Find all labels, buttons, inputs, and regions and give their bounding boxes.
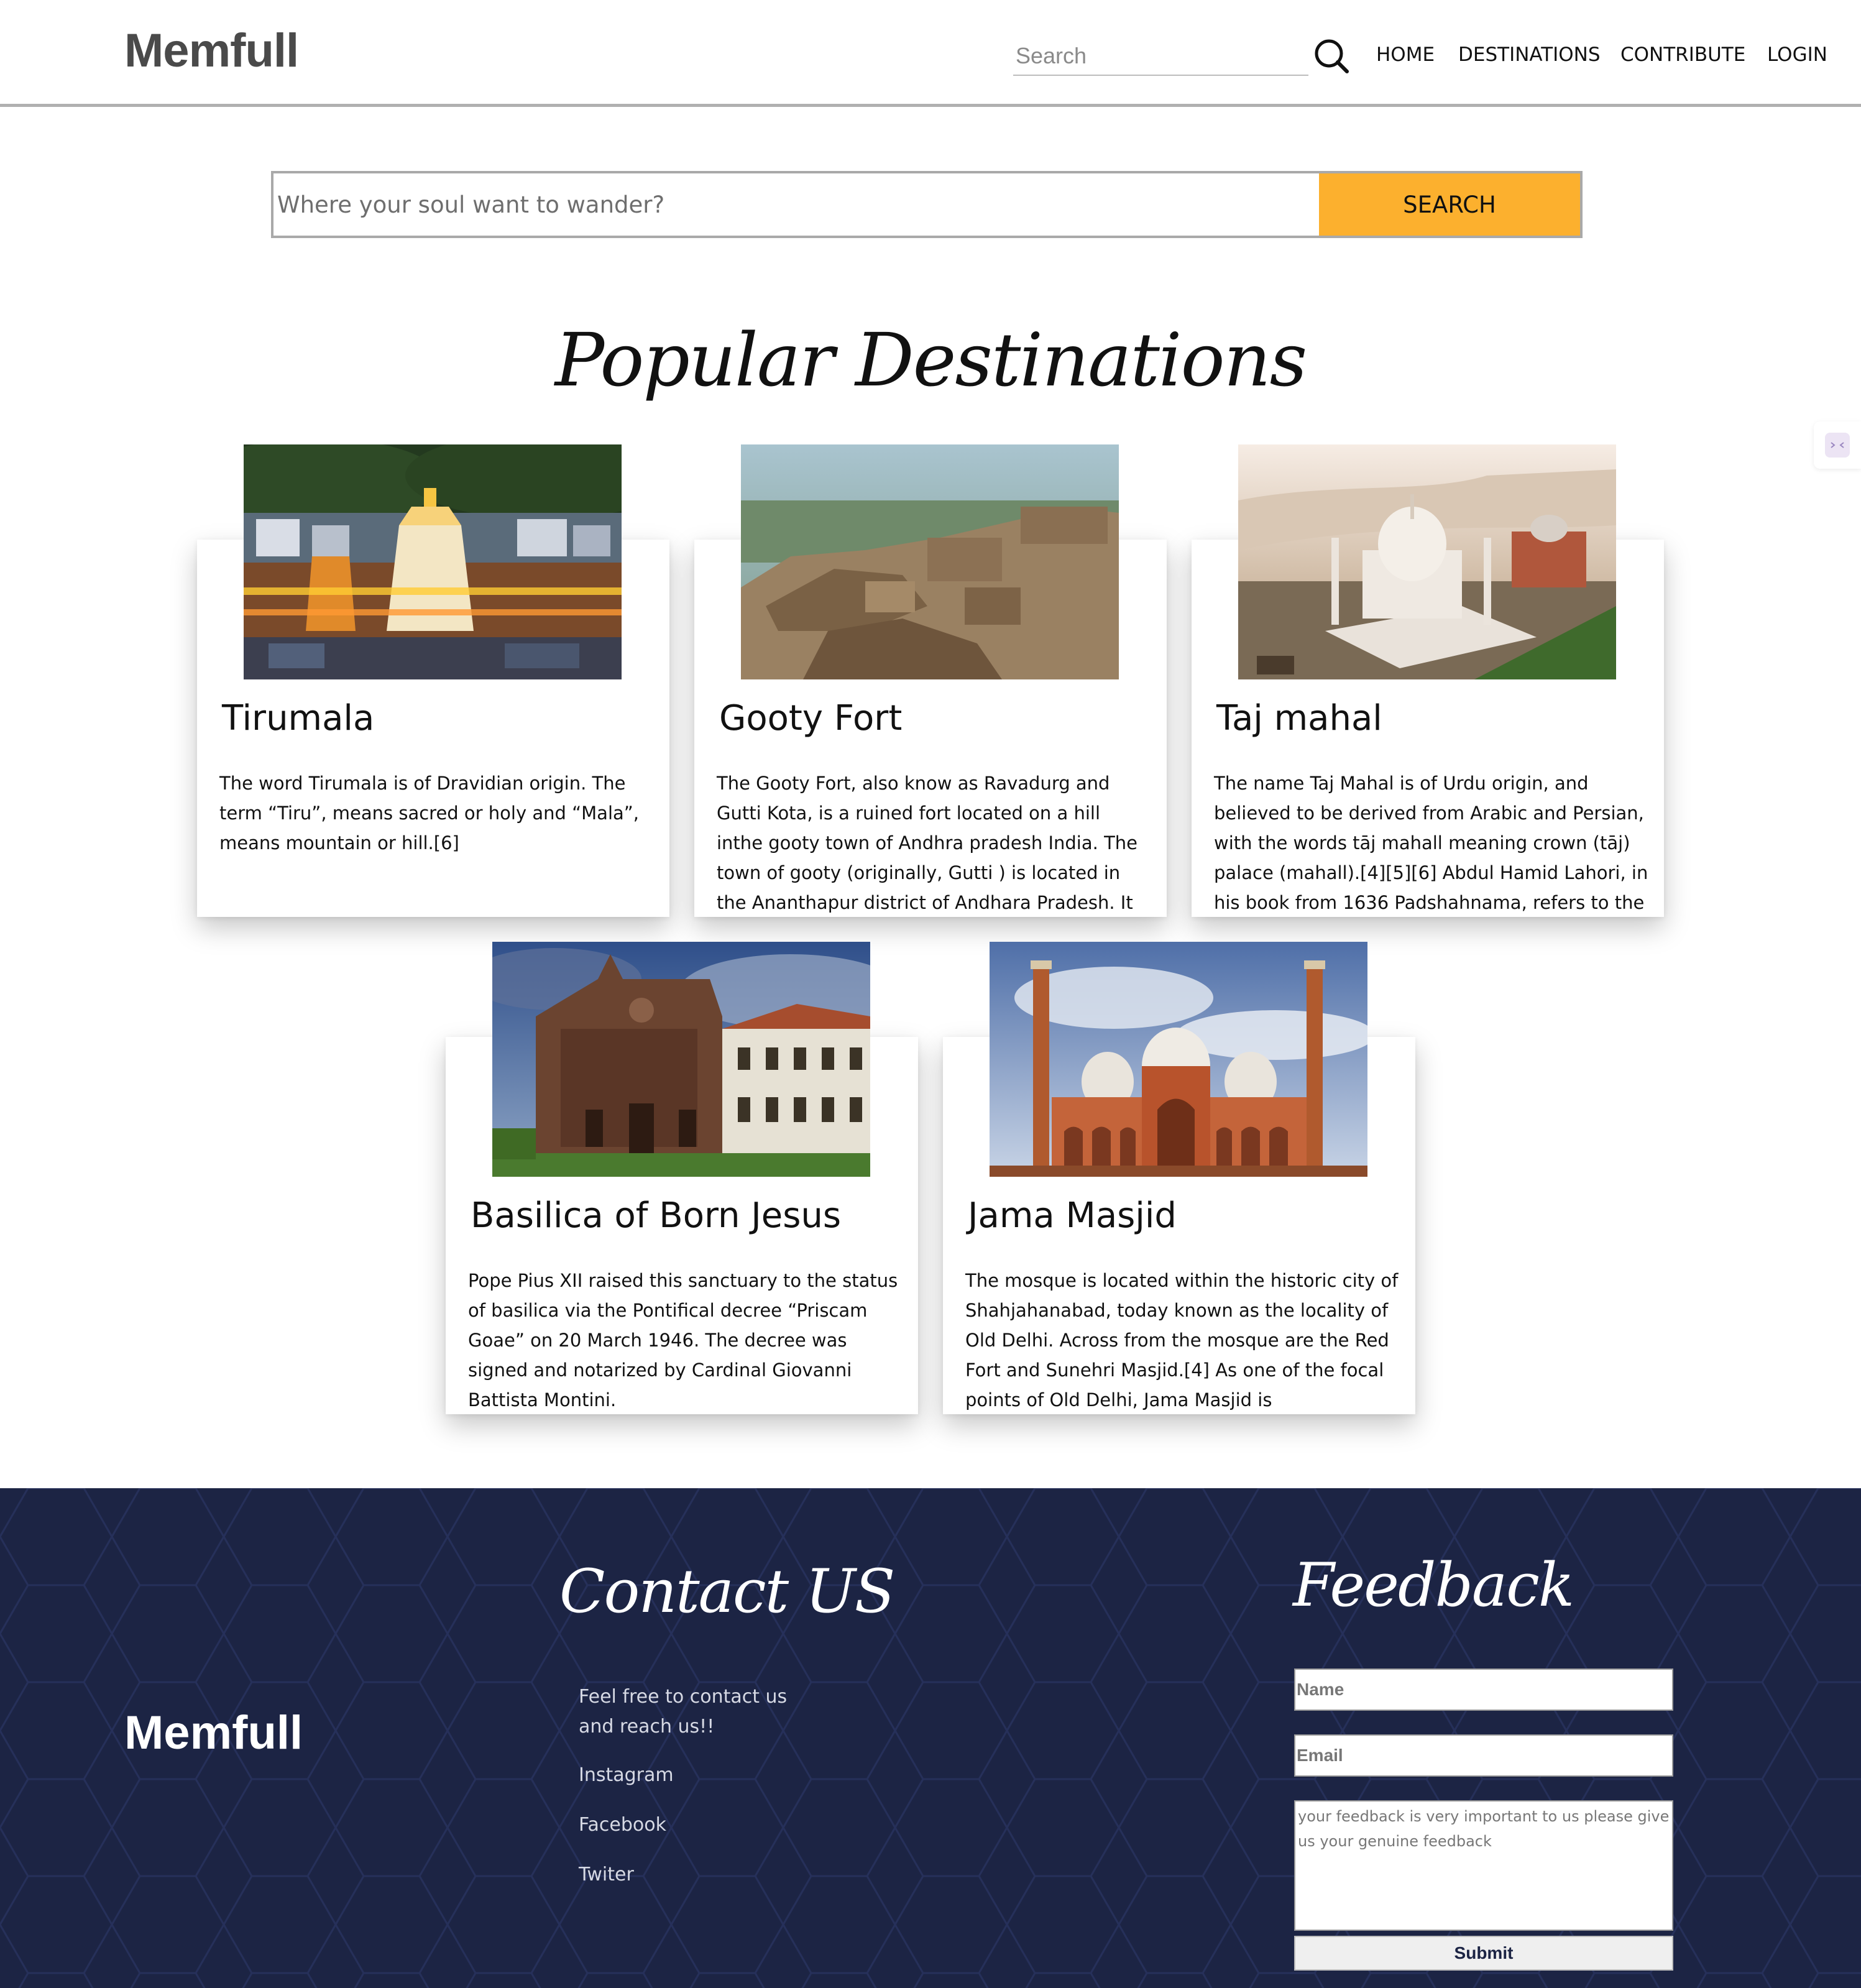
nav-search-wrapper xyxy=(1013,37,1308,76)
footer-logo[interactable]: Memfull xyxy=(124,1706,303,1760)
destination-search-input[interactable] xyxy=(273,173,1319,236)
widget-icon xyxy=(1825,433,1850,458)
gooty-fort-picture xyxy=(741,444,1119,679)
nav-contribute-link[interactable]: CONTRIBUTE xyxy=(1620,44,1745,66)
card-description: The Gooty Fort, also know as Ravadurg an… xyxy=(717,773,1138,913)
card-description: The mosque is located within the histori… xyxy=(965,1270,1399,1410)
side-widget-button[interactable] xyxy=(1814,421,1861,469)
instagram-link[interactable]: Instagram xyxy=(579,1764,674,1786)
twitter-link[interactable]: Twiter xyxy=(579,1864,634,1885)
destination-search-button[interactable]: SEARCH xyxy=(1319,173,1580,236)
gooty-fort-image[interactable] xyxy=(741,444,1119,679)
search-icon[interactable] xyxy=(1313,37,1350,75)
card-title: Jama Masjid xyxy=(968,1195,1177,1236)
card-description: Pope Pius XII raised this sanctuary to t… xyxy=(468,1270,898,1410)
feedback-heading: Feedback xyxy=(1293,1550,1574,1620)
page: Memfull HOME DESTINATIONS CONTRIBUTE LOG… xyxy=(0,0,1861,1988)
tirumala-temple-picture xyxy=(244,444,622,679)
card-description: The name Taj Mahal is of Urdu origin, an… xyxy=(1214,773,1648,913)
card-title: Gooty Fort xyxy=(719,698,903,739)
jama-masjid-image[interactable] xyxy=(990,942,1367,1177)
basilica-picture xyxy=(492,942,870,1177)
nav-destinations-link[interactable]: DESTINATIONS xyxy=(1458,44,1601,66)
feedback-name-input[interactable] xyxy=(1294,1668,1673,1711)
tirumala-temple-image[interactable] xyxy=(244,444,622,679)
feedback-message-textarea[interactable] xyxy=(1294,1800,1673,1931)
card-title: Taj mahal xyxy=(1216,698,1382,739)
destination-search-bar: SEARCH xyxy=(271,171,1583,238)
feedback-email-input[interactable] xyxy=(1294,1734,1673,1777)
card-title: Tirumala xyxy=(222,698,375,739)
contact-heading: Contact US xyxy=(559,1557,895,1626)
taj-mahal-image[interactable] xyxy=(1238,444,1616,679)
basilica-image[interactable] xyxy=(492,942,870,1177)
card-description: The word Tirumala is of Dravidian origin… xyxy=(219,773,640,854)
nav-home-link[interactable]: HOME xyxy=(1376,44,1435,66)
facebook-link[interactable]: Facebook xyxy=(579,1814,666,1836)
jama-masjid-picture xyxy=(990,942,1367,1177)
nav-search-input[interactable] xyxy=(1013,37,1308,75)
card-title: Basilica of Born Jesus xyxy=(471,1195,842,1236)
nav-login-link[interactable]: LOGIN xyxy=(1767,44,1827,66)
section-title: Popular Destinations xyxy=(554,317,1307,403)
site-logo[interactable]: Memfull xyxy=(124,24,299,78)
contact-text: Feel free to contact us and reach us!! xyxy=(579,1686,788,1737)
taj-mahal-picture xyxy=(1238,444,1616,679)
site-header: Memfull HOME DESTINATIONS CONTRIBUTE LOG… xyxy=(0,0,1861,107)
feedback-submit-button[interactable]: Submit xyxy=(1294,1936,1673,1971)
